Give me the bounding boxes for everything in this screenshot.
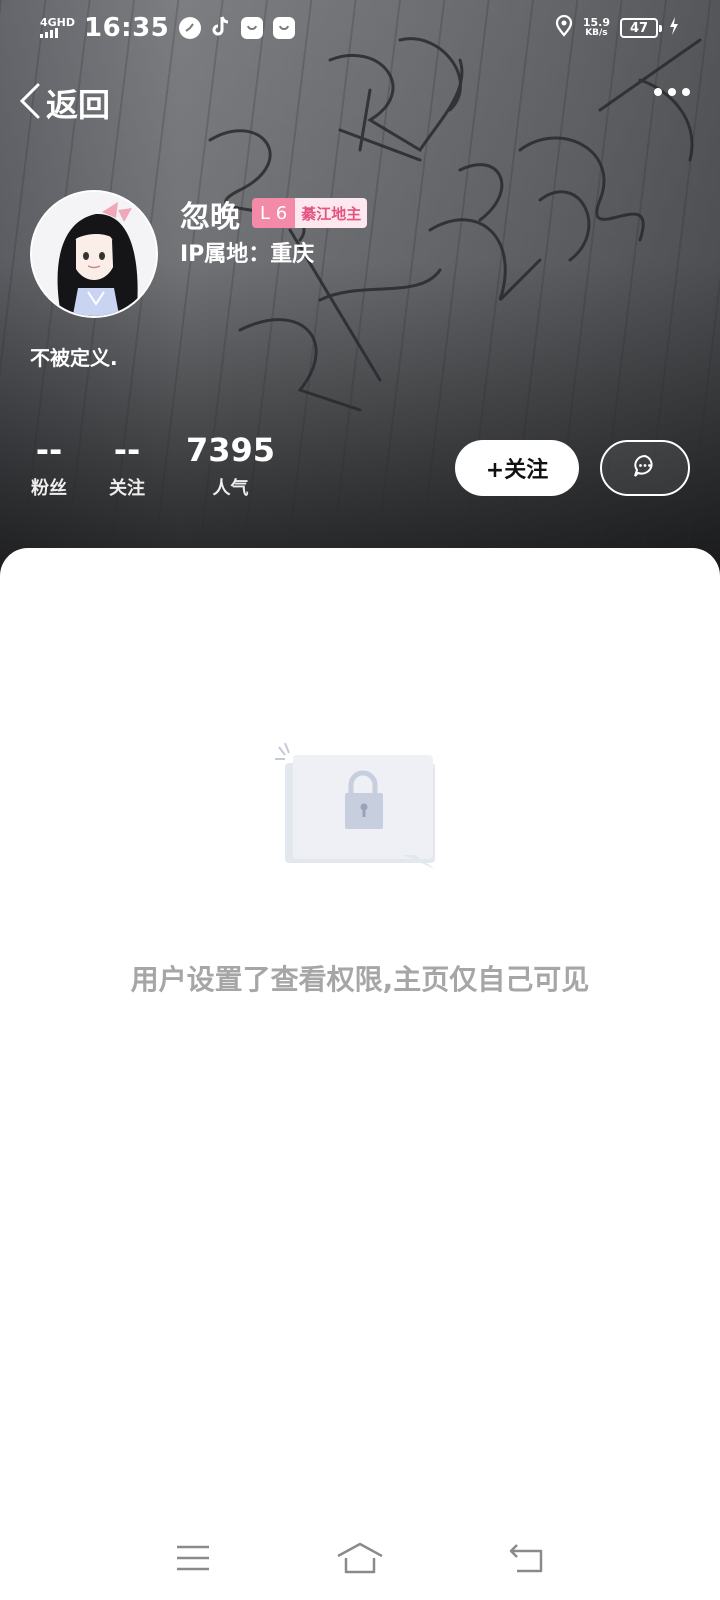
stat-value: -- [35,431,63,469]
status-bar-left: 4GHD 16:35 [40,13,296,43]
level-badge: L 6 [252,198,296,228]
message-button[interactable] [600,440,690,496]
anime-avatar-image [32,192,156,316]
chat-bubble-icon [632,453,658,483]
nickname: 忽晚 [180,200,240,235]
stat-value: 7395 [186,431,276,469]
avatar[interactable] [30,190,158,318]
lock-icon [275,743,435,869]
system-navigation-bar [0,1530,720,1590]
return-arrow-icon [509,1543,545,1577]
content-area: 用户设置了查看权限,主页仅自己可见 [0,548,720,1600]
stat-popularity: 7395 人气 [186,432,275,500]
back-label: 返回 [46,86,111,124]
stat-label: 关注 [109,478,145,499]
chevron-left-icon [18,81,42,125]
network-speed-unit: KB/s [585,28,608,38]
follow-button[interactable]: +关注 [455,440,579,496]
charging-icon [668,16,680,40]
status-bar: 4GHD 16:35 15.9 KB/s 47 [0,0,720,56]
hamburger-icon [175,1544,211,1576]
signal-indicator: 4GHD [40,16,76,38]
tiktok-icon [211,15,231,41]
user-badges[interactable]: L 6 綦江地主 [252,198,368,228]
battery-icon: 47 [620,18,662,38]
back-button[interactable]: 返回 [18,80,110,126]
more-options-button[interactable] [654,88,690,96]
shopping-bag-icon [241,17,264,39]
location-icon [555,14,573,41]
speedometer-icon [179,17,202,39]
menu-button[interactable] [163,1535,223,1585]
ip-location: IP属地：重庆 [180,242,315,267]
stat-value: -- [113,431,141,469]
network-type: 4GHD [40,16,76,29]
stat-fans[interactable]: -- 粉丝 [30,432,68,500]
shopping-bag-icon-2 [273,17,296,39]
title-badge: 綦江地主 [295,198,368,228]
network-speed: 15.9 KB/s [583,17,610,39]
signal-bars-icon [40,28,74,38]
home-button[interactable] [330,1535,390,1585]
status-bar-right: 15.9 KB/s 47 [555,14,680,41]
stats-row: -- 粉丝 -- 关注 7395 人气 [30,432,315,500]
stat-following[interactable]: -- 关注 [108,432,146,500]
home-icon [336,1542,384,1578]
more-dot-icon [668,88,676,96]
stat-label: 人气 [212,478,249,499]
clock: 16:35 [84,13,170,43]
back-nav-button[interactable] [497,1535,557,1585]
private-profile-notice: 用户设置了查看权限,主页仅自己可见 [130,963,590,996]
battery-level: 47 [629,20,649,36]
stat-label: 粉丝 [31,478,67,499]
bio: 不被定义. [30,346,118,370]
network-speed-value: 15.9 [582,16,610,29]
more-dot-icon [654,88,662,96]
more-dot-icon [682,88,690,96]
